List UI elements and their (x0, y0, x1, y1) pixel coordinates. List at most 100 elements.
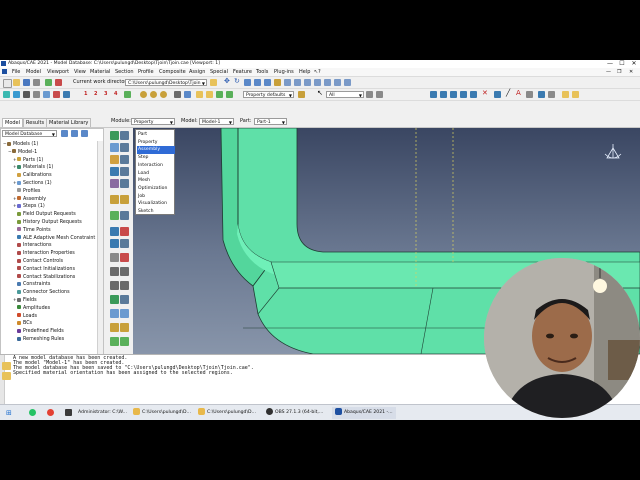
inertia-icon[interactable] (110, 267, 119, 276)
windows-start-icon[interactable]: ⊞ (6, 409, 12, 417)
module-option[interactable]: Assembly (137, 146, 175, 154)
tree-node[interactable]: + Fields (13, 297, 37, 304)
menu-tools[interactable]: Tools (256, 69, 268, 75)
color-wheel-icon[interactable] (140, 91, 147, 98)
tree-node[interactable]: Interaction Properties (13, 250, 75, 257)
tree-node[interactable]: Calibrations (13, 172, 52, 179)
module-option[interactable]: Mesh (137, 177, 175, 185)
view-top-icon[interactable] (314, 79, 321, 86)
zoom-icon[interactable] (244, 79, 251, 86)
view-bottom-icon[interactable] (324, 79, 331, 86)
special-skin-icon[interactable] (110, 195, 119, 204)
rebar-manager-icon[interactable] (120, 337, 129, 346)
tree-filter-icon[interactable] (61, 130, 68, 137)
shaded-icon[interactable] (13, 91, 20, 98)
manage-icon[interactable] (298, 91, 305, 98)
tree-node[interactable]: Contact Initializations (13, 266, 75, 273)
render-icon[interactable] (3, 91, 10, 98)
tree-node[interactable]: − Model-1 (8, 149, 37, 156)
help-question-icon[interactable]: ? (318, 69, 321, 75)
composite-layup-icon[interactable] (110, 211, 119, 220)
tree-node[interactable]: Time Points (13, 227, 51, 234)
menu-view[interactable]: View (74, 69, 86, 75)
taskbar-item-abaqus[interactable]: Abaqus/CAE 2021 -... (332, 407, 396, 419)
cycle-views-icon[interactable] (274, 79, 281, 86)
display-options-icon[interactable] (174, 91, 181, 98)
query-manager-icon[interactable] (120, 295, 129, 304)
color-map-icon[interactable] (160, 91, 167, 98)
plugin-icon[interactable] (45, 79, 52, 86)
display-group-add-icon[interactable] (216, 91, 223, 98)
special-stringer-icon[interactable] (120, 195, 129, 204)
query-tool-icon[interactable] (110, 295, 119, 304)
sketch-line-icon[interactable]: ╱ (506, 89, 510, 97)
ref-point-icon[interactable]: ✕ (482, 89, 488, 97)
module-option[interactable]: Visualization (137, 200, 175, 208)
menu-profile[interactable]: Profile (138, 69, 154, 75)
viewport-4-button[interactable]: 4 (114, 91, 117, 97)
material-manager-icon[interactable] (120, 131, 129, 140)
surface-icon[interactable] (120, 323, 129, 332)
cwd-combo[interactable]: C:\Users\pulungd\Desktop\Tjoin ▼ (125, 79, 207, 86)
save-icon[interactable] (23, 79, 30, 86)
taskbar-item-folder-1[interactable]: C:\Users\pulungd\D... (133, 407, 191, 419)
tree-expand-icon[interactable] (71, 130, 78, 137)
remove-selected-icon[interactable] (196, 91, 203, 98)
display-group-remove-icon[interactable] (226, 91, 233, 98)
taskbar-item-cmd[interactable]: Administrator: C:\W... (78, 407, 127, 419)
stringer-icon[interactable] (120, 253, 129, 262)
tab-model[interactable]: Model (2, 118, 24, 127)
open-icon[interactable] (13, 79, 20, 86)
partition-tool-icon[interactable] (120, 227, 129, 236)
hidden-icon[interactable] (33, 91, 40, 98)
menu-plugins[interactable]: Plug-ins (274, 69, 294, 75)
whatsapp-icon[interactable] (29, 409, 36, 416)
inertia-manager-icon[interactable] (120, 267, 129, 276)
doc-minimize-button[interactable]: — (606, 69, 611, 75)
menu-material[interactable]: Material (90, 69, 110, 75)
datum-toggle-icon[interactable] (470, 91, 477, 98)
pan-icon[interactable]: ✥ (224, 77, 230, 85)
mesh-icon[interactable] (538, 91, 545, 98)
query-icon[interactable] (124, 91, 131, 98)
module-option[interactable]: Sketch (137, 208, 175, 216)
menu-composite[interactable]: Composite (159, 69, 186, 75)
module-option[interactable]: Job (137, 193, 175, 201)
beam-tangent-icon[interactable] (120, 239, 129, 248)
assembly-display-icon[interactable] (548, 91, 555, 98)
orientation-manager-icon[interactable] (120, 167, 129, 176)
module-option[interactable]: Step (137, 154, 175, 162)
tree-node[interactable]: + Sections (1) (13, 180, 52, 187)
beam-orientation-icon[interactable] (110, 239, 119, 248)
selection-filter-combo[interactable]: All ▼ (326, 91, 364, 98)
tree-node[interactable]: Constraints (13, 281, 50, 288)
set-icon[interactable] (110, 323, 119, 332)
tree-node[interactable]: Amplitudes (13, 305, 50, 312)
menu-help[interactable]: Help (299, 69, 310, 75)
tree-node[interactable]: Interactions (13, 242, 52, 249)
datum-axis-icon[interactable] (440, 91, 447, 98)
viewport-2-button[interactable]: 2 (94, 91, 97, 97)
menu-section[interactable]: Section (115, 69, 134, 75)
tree-node[interactable]: + Materials (1) (13, 164, 53, 171)
rebar-icon[interactable] (110, 337, 119, 346)
view-right-icon[interactable] (344, 79, 351, 86)
datum-point-icon[interactable] (450, 91, 457, 98)
annotation-icon[interactable] (526, 91, 533, 98)
minimize-button[interactable]: — (604, 60, 616, 68)
viewport-1-button[interactable]: 1 (84, 91, 87, 97)
tree-node[interactable]: + Parts (1) (13, 157, 43, 164)
section-assignment-manager-icon[interactable] (120, 155, 129, 164)
module-combo[interactable]: Property ▼ (131, 118, 175, 125)
create-profile-icon[interactable] (110, 179, 119, 188)
view-iso-icon[interactable] (304, 79, 311, 86)
tree-node[interactable]: Remeshing Rules (13, 336, 64, 343)
chrome-icon[interactable] (47, 409, 54, 416)
perspective-icon[interactable] (43, 91, 50, 98)
rotate-icon[interactable]: ↻ (234, 77, 240, 85)
springs-manager-icon[interactable] (120, 281, 129, 290)
select-options-icon[interactable] (366, 91, 373, 98)
view-cut-icon[interactable] (110, 309, 119, 318)
message-tab-icon[interactable] (2, 362, 11, 370)
color-code-icon[interactable] (53, 91, 60, 98)
